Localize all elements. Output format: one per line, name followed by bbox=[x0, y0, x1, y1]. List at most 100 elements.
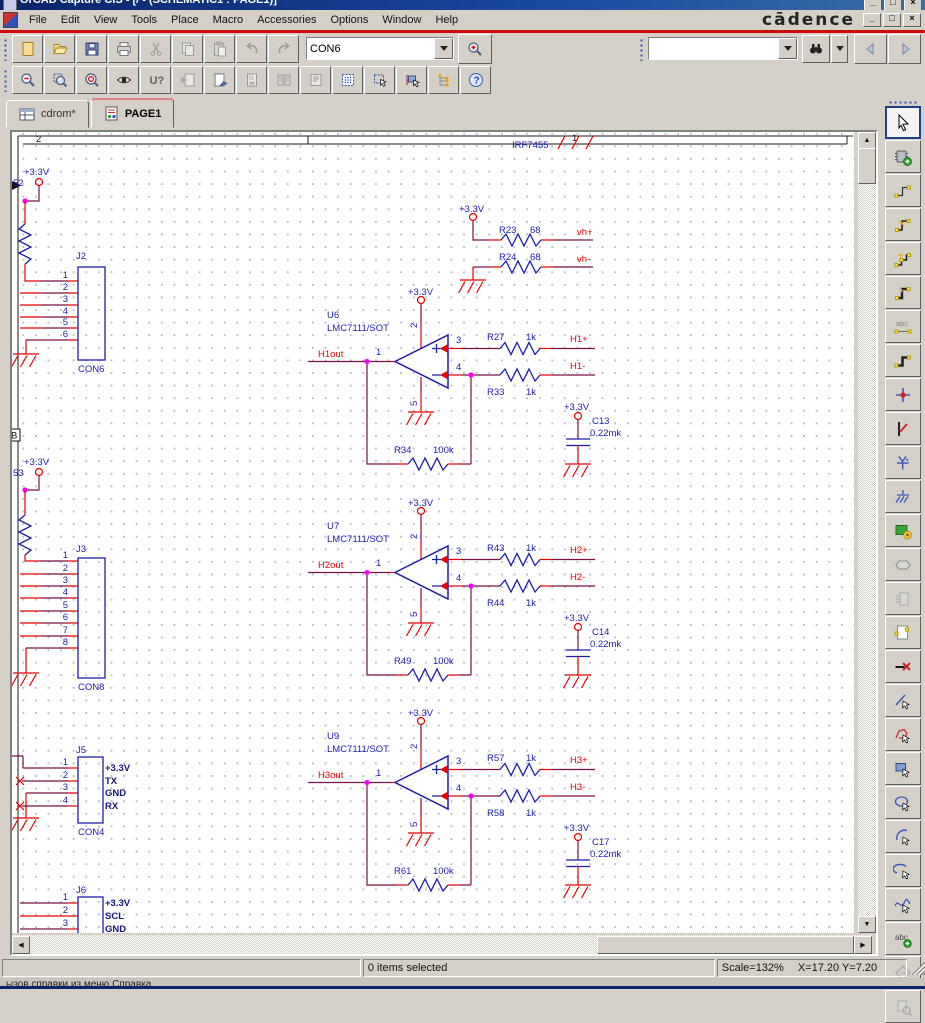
pull-resistor-ref[interactable]: 52 bbox=[13, 178, 24, 189]
tab-page1[interactable]: PAGE1 bbox=[91, 98, 174, 128]
zoom-all-button[interactable] bbox=[76, 66, 107, 94]
snap-to-grid-button[interactable] bbox=[332, 66, 363, 94]
resistor-value[interactable]: 100k bbox=[433, 866, 454, 877]
part-ref[interactable]: U7 bbox=[327, 521, 339, 532]
annotate-button[interactable]: U? bbox=[140, 66, 171, 94]
net-label[interactable]: H3+ bbox=[570, 755, 588, 766]
menu-options[interactable]: Options bbox=[323, 12, 375, 28]
toolbar-drag-handle[interactable] bbox=[2, 68, 8, 92]
zoom-in-button[interactable] bbox=[458, 34, 492, 64]
resistor-ref[interactable]: R34 bbox=[394, 445, 411, 456]
net-label[interactable]: H1out bbox=[318, 349, 344, 360]
place-elliptical-arc-button[interactable] bbox=[885, 854, 921, 887]
block-select-button[interactable] bbox=[396, 66, 427, 94]
find-button[interactable] bbox=[802, 35, 830, 63]
power-label[interactable]: +3.3V bbox=[564, 823, 590, 834]
schematic-canvas[interactable]: 2 1 B IRF7455 +3.3V bbox=[12, 132, 854, 933]
net-label[interactable]: H3- bbox=[570, 782, 585, 793]
capacitor-value[interactable]: 0.22mk bbox=[590, 849, 621, 860]
area-select-button[interactable] bbox=[364, 66, 395, 94]
power-label[interactable]: +3.3V bbox=[408, 498, 434, 509]
power-label[interactable]: +3.3V bbox=[408, 287, 434, 298]
part-value[interactable]: LMC7111/SOT bbox=[327, 744, 389, 755]
redo-button[interactable] bbox=[268, 35, 299, 63]
place-no-connect-button[interactable] bbox=[885, 650, 921, 683]
connector-j3[interactable]: +3.3V 53 J3 CON8 1 2 3 bbox=[12, 457, 105, 693]
resize-grip[interactable] bbox=[911, 961, 925, 975]
cross-reference-button[interactable] bbox=[268, 66, 299, 94]
part-value[interactable]: LMC7111/SOT bbox=[327, 534, 389, 545]
palette-drag-handle[interactable] bbox=[887, 99, 919, 105]
power-label[interactable]: +3.3V bbox=[24, 167, 50, 178]
resistor-ref[interactable]: R24 bbox=[499, 252, 516, 263]
part-combo-dropdown[interactable] bbox=[434, 38, 453, 59]
connector-ref[interactable]: J3 bbox=[76, 544, 86, 555]
resistor-ref[interactable]: R44 bbox=[487, 598, 504, 609]
note-text[interactable]: IRF7455 bbox=[512, 140, 548, 151]
menu-place[interactable]: Place bbox=[164, 12, 206, 28]
capacitor-ref[interactable]: C13 bbox=[592, 416, 609, 427]
place-net-alias-button[interactable]: abc bbox=[885, 310, 921, 343]
toolbar-drag-handle[interactable] bbox=[2, 37, 8, 61]
capacitor-value[interactable]: 0.22mk bbox=[590, 428, 621, 439]
opamp-u9[interactable]: +3.3V 2 U9 LMC7111/SOT H3out 1 3 4 5 R57… bbox=[318, 708, 621, 877]
capacitor-value[interactable]: 0.22mk bbox=[590, 639, 621, 650]
place-part-button[interactable] bbox=[885, 140, 921, 173]
menu-window[interactable]: Window bbox=[375, 12, 428, 28]
part-search-button[interactable] bbox=[885, 990, 921, 1023]
net-label[interactable]: vh- bbox=[577, 254, 590, 265]
vertical-scrollbar[interactable]: ▲ ▼ bbox=[858, 132, 876, 933]
place-hierarchical-block-button[interactable] bbox=[885, 514, 921, 547]
vertical-scroll-thumb[interactable] bbox=[858, 148, 876, 184]
opamp-u6[interactable]: +3.3V 2 U6 LMC7111/SOT H1out 1 3 4 5 R27… bbox=[318, 287, 621, 456]
net-label[interactable]: H2- bbox=[570, 572, 585, 583]
place-bus-button[interactable] bbox=[885, 344, 921, 377]
restore-button[interactable]: □ bbox=[884, 0, 902, 10]
opamp-u7[interactable]: +3.3V 2 U7 LMC7111/SOT H2out 1 3 4 5 R43… bbox=[318, 498, 621, 667]
open-button[interactable] bbox=[44, 35, 75, 63]
back-button[interactable] bbox=[854, 34, 887, 64]
design-rules-check-button[interactable] bbox=[204, 66, 235, 94]
cut-button[interactable] bbox=[140, 35, 171, 63]
zoom-out-button[interactable] bbox=[12, 66, 43, 94]
horizontal-scrollbar[interactable]: ◀ ▶ bbox=[12, 935, 872, 954]
capacitor-ref[interactable]: C14 bbox=[592, 627, 609, 638]
connector-footprint[interactable]: CON4 bbox=[78, 827, 104, 838]
mdi-minimize-button[interactable]: _ bbox=[863, 13, 881, 27]
zoom-area-button[interactable] bbox=[44, 66, 75, 94]
place-junction-button[interactable] bbox=[885, 378, 921, 411]
mdi-close-button[interactable]: × bbox=[903, 13, 921, 27]
place-text-button[interactable]: abc bbox=[885, 922, 921, 955]
power-label[interactable]: +3.3V bbox=[24, 457, 50, 468]
tab-project-manager[interactable]: cdrom* bbox=[6, 100, 89, 128]
net-label[interactable]: vh+ bbox=[577, 227, 593, 238]
resistor-value[interactable]: 68 bbox=[530, 252, 541, 263]
power-label[interactable]: +3.3V bbox=[564, 402, 590, 413]
connector-footprint[interactable]: CON6 bbox=[78, 364, 104, 375]
net-label[interactable]: H1- bbox=[570, 361, 585, 372]
menu-help[interactable]: Help bbox=[428, 12, 465, 28]
place-power-button[interactable] bbox=[885, 446, 921, 479]
ground-symbol[interactable] bbox=[12, 354, 39, 367]
place-ground-button[interactable] bbox=[885, 480, 921, 513]
find-options-button[interactable] bbox=[831, 35, 848, 63]
connector-j2[interactable]: +3.3V 52 J2 CON6 1 2 3 bbox=[12, 167, 105, 375]
place-arc-button[interactable] bbox=[885, 820, 921, 853]
place-pin-button[interactable] bbox=[885, 582, 921, 615]
search-toolbar-drag-handle[interactable] bbox=[638, 37, 644, 61]
resistor-ref[interactable]: R33 bbox=[487, 387, 504, 398]
auto-wire-two-points-button[interactable] bbox=[885, 208, 921, 241]
resistor-value[interactable]: 1k bbox=[526, 332, 536, 343]
menu-edit[interactable]: Edit bbox=[54, 12, 87, 28]
place-bezier-button[interactable] bbox=[885, 888, 921, 921]
resistor-value[interactable]: 1k bbox=[526, 808, 536, 819]
scroll-down-button[interactable]: ▼ bbox=[858, 916, 876, 933]
mdi-restore-button[interactable]: □ bbox=[883, 13, 901, 27]
resistor-value[interactable]: 1k bbox=[526, 753, 536, 764]
auto-wire-multi-points-button[interactable] bbox=[885, 242, 921, 275]
net-label[interactable]: H2out bbox=[318, 560, 344, 571]
resistor-ref[interactable]: R23 bbox=[499, 225, 516, 236]
back-annotate-button[interactable] bbox=[172, 66, 203, 94]
scroll-right-button[interactable]: ▶ bbox=[854, 936, 872, 954]
place-off-page-connector-button[interactable] bbox=[885, 616, 921, 649]
